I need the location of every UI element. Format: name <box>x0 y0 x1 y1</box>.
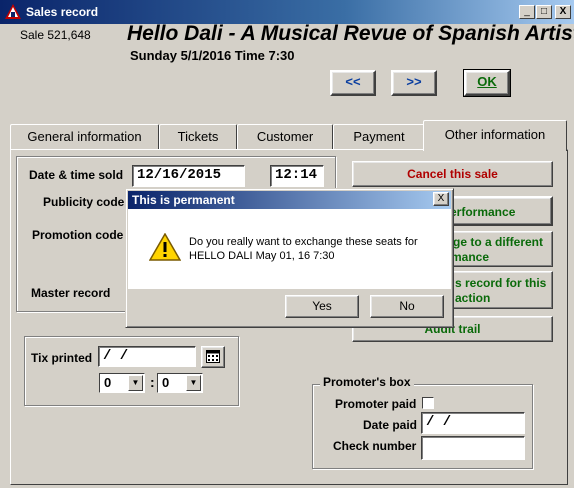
dialog-message-line2: HELLO DALI May 01, 16 7:30 <box>189 250 335 262</box>
previous-button[interactable]: << <box>330 70 376 96</box>
date-paid-field[interactable]: / / <box>421 412 525 434</box>
minute-select[interactable]: 0 ▼ <box>157 373 203 393</box>
master-record-label: Master record <box>31 286 111 300</box>
promoter-paid-checkbox[interactable] <box>422 397 434 409</box>
date-time-sold-label: Date & time sold <box>29 168 124 182</box>
check-number-label: Check number <box>333 439 417 453</box>
publicity-code-label: Publicity code <box>43 195 125 209</box>
hour-value: 0 <box>104 375 112 390</box>
promoter-paid-label: Promoter paid <box>335 397 417 411</box>
exchange-different-label-2: mance <box>451 250 490 264</box>
sale-number: Sale 521,648 <box>20 28 91 42</box>
calendar-button[interactable] <box>201 346 225 368</box>
show-title: Hello Dali - A Musical Revue of Spanish … <box>127 22 574 45</box>
dialog-body: Do you really want to exchange these sea… <box>128 209 451 289</box>
minimize-button[interactable]: _ <box>519 5 535 19</box>
tab-customer[interactable]: Customer <box>237 124 333 150</box>
tab-general-information[interactable]: General information <box>10 124 159 150</box>
chevron-down-icon[interactable]: ▼ <box>186 375 201 391</box>
dialog-close-button[interactable]: X <box>433 192 449 206</box>
dialog-title: This is permanent <box>128 191 451 209</box>
warning-icon <box>149 233 181 261</box>
dialog-message-line1: Do you really want to exchange these sea… <box>189 236 418 248</box>
exchange-different-label-1: ge to a different <box>453 235 544 249</box>
window-title: Sales record <box>26 5 99 19</box>
records-label-1: s record for this <box>455 276 547 290</box>
date-sold-field[interactable]: 12/16/2015 <box>132 165 245 187</box>
promotion-code-label: Promotion code <box>32 228 124 242</box>
tix-printed-date-field[interactable]: / / <box>98 346 196 367</box>
close-icon: X <box>437 193 445 204</box>
tix-printed-label: Tix printed <box>31 351 93 365</box>
no-button[interactable]: No <box>370 295 444 318</box>
calendar-icon <box>206 350 220 363</box>
chevron-down-icon[interactable]: ▼ <box>128 375 143 391</box>
time-colon: : <box>150 374 155 390</box>
tab-tickets[interactable]: Tickets <box>159 124 237 150</box>
close-button[interactable]: X <box>555 5 571 19</box>
maximize-button[interactable]: □ <box>536 5 552 19</box>
date-paid-label: Date paid <box>363 418 418 432</box>
ok-button[interactable]: OK <box>463 69 511 97</box>
check-number-field[interactable] <box>421 436 525 460</box>
records-label-2: action <box>455 291 491 305</box>
next-button[interactable]: >> <box>391 70 437 96</box>
minute-value: 0 <box>162 375 170 390</box>
show-datetime: Sunday 5/1/2016 Time 7:30 <box>130 48 295 63</box>
exchange-performance-label: erformance <box>450 205 516 219</box>
cancel-sale-button[interactable]: Cancel this sale <box>352 161 553 187</box>
tab-payment[interactable]: Payment <box>333 124 425 150</box>
yes-button[interactable]: Yes <box>285 295 359 318</box>
time-sold-field[interactable]: 12:14 <box>270 165 324 187</box>
confirm-dialog: This is permanent X Do you really want t… <box>125 188 454 328</box>
hour-select[interactable]: 0 ▼ <box>99 373 145 393</box>
tab-other-information[interactable]: Other information <box>423 120 567 151</box>
app-icon <box>5 4 21 19</box>
promoters-box-legend: Promoter's box <box>320 375 414 389</box>
